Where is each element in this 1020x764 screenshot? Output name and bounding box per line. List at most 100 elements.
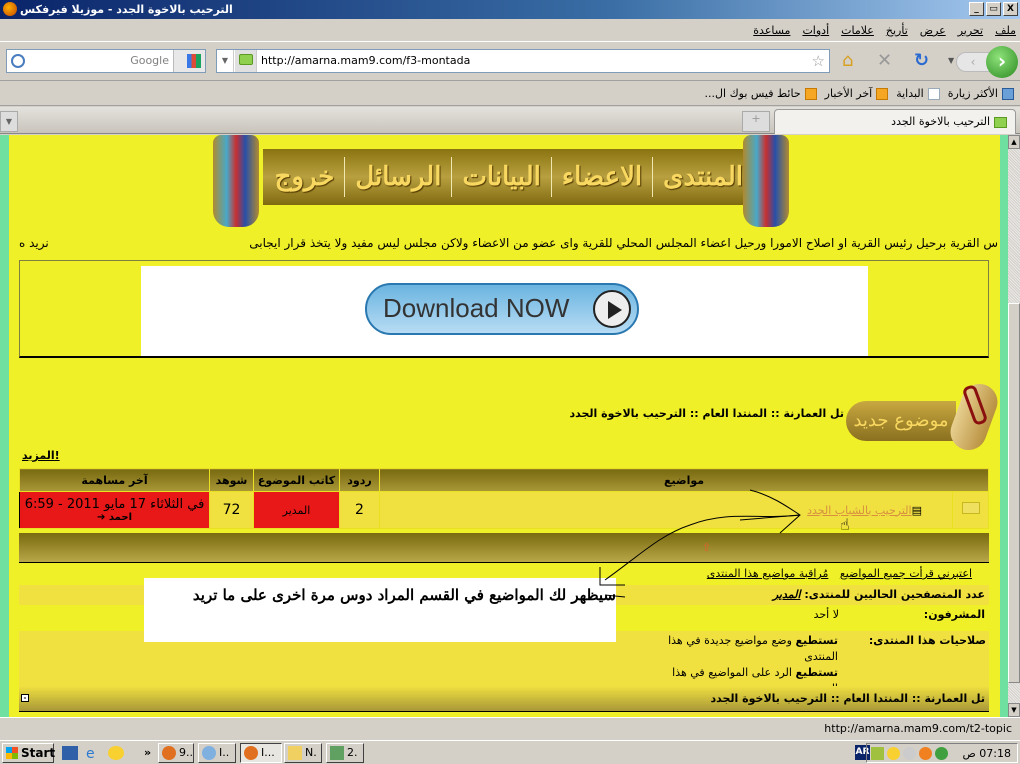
- play-icon: [593, 290, 631, 328]
- status-bar: http://amarna.mam9.com/t2-topic: [0, 717, 1020, 739]
- menu-view[interactable]: عرض: [920, 24, 946, 37]
- topic-status-cell: [952, 491, 989, 529]
- menu-tools[interactable]: أدوات: [802, 24, 829, 37]
- tab-bar: ▼ + الترحيب بالاخوة الجدد: [0, 107, 1020, 134]
- taskbar-item-messenger[interactable]: I..: [198, 743, 236, 763]
- last-post-date: في الثلاثاء 17 مايو 2011 - 6:59: [24, 497, 205, 512]
- menu-file[interactable]: ملف: [995, 24, 1016, 37]
- forward-button[interactable]: ›: [986, 46, 1018, 78]
- firefox-icon: [3, 2, 17, 16]
- search-box[interactable]: Google: [6, 49, 206, 73]
- media-tray-icon[interactable]: [919, 747, 932, 760]
- bookmark-star-icon[interactable]: ☆: [812, 52, 825, 70]
- views-cell: 72: [209, 491, 254, 529]
- maximize-button[interactable]: ▭: [986, 2, 1001, 16]
- bookmark-facebook-wall[interactable]: حائط فيس بوك ال...: [705, 87, 817, 100]
- tab-active[interactable]: الترحيب بالاخوة الجدد: [774, 109, 1016, 134]
- replies-cell: 2: [339, 491, 380, 529]
- menu-edit[interactable]: تحرير: [958, 24, 983, 37]
- internet-explorer-icon[interactable]: e: [86, 746, 102, 762]
- firefox-icon: [162, 746, 176, 760]
- stop-icon[interactable]: ✕: [877, 51, 892, 71]
- header-replies: ردود: [339, 468, 380, 492]
- bottom-breadcrumb: تل العمارنة :: المنتدا العام :: الترحيب …: [19, 686, 989, 712]
- new-tab-button[interactable]: +: [742, 111, 770, 132]
- annotation-text: سيظهر لك المواضيع في القسم المراد دوس مر…: [192, 586, 616, 604]
- favicon-icon: [239, 54, 253, 65]
- nav-logout[interactable]: خروج: [265, 157, 345, 197]
- close-button[interactable]: X: [1003, 2, 1018, 16]
- menu-help[interactable]: مساعدة: [753, 24, 790, 37]
- collapse-icon[interactable]: -: [21, 694, 29, 702]
- taskbar-item-folder[interactable]: N.: [284, 743, 322, 763]
- nav-messages[interactable]: الرسائل: [344, 157, 451, 197]
- page-icon: [927, 87, 940, 100]
- envelope-icon: [961, 502, 980, 514]
- tab-list-button[interactable]: ▼: [0, 111, 18, 132]
- bookmark-most-visited[interactable]: الأكثر زيارة: [948, 87, 1014, 100]
- go-to-post-icon[interactable]: ➔: [97, 512, 105, 523]
- header-author: كاتب الموضوع: [253, 468, 340, 492]
- rss-icon: [804, 87, 817, 100]
- pharaoh-pillar-left: [213, 135, 259, 227]
- home-icon[interactable]: ⌂: [842, 51, 853, 71]
- topic-link[interactable]: الترحيب بالشباب الجدد: [807, 504, 912, 517]
- search-engine-selector[interactable]: [173, 50, 205, 72]
- menu-bookmarks[interactable]: علامات: [841, 24, 874, 37]
- url-text[interactable]: http://amarna.mam9.com/f3-montada: [261, 54, 470, 67]
- url-bar[interactable]: ▼ http://amarna.mam9.com/f3-montada ☆: [216, 49, 830, 73]
- reload-icon[interactable]: ↻: [914, 51, 929, 71]
- annotation-box: سيظهر لك المواضيع في القسم المراد دوس مر…: [144, 578, 616, 642]
- folder-icon: [288, 746, 302, 760]
- nav-forum[interactable]: المنتدى: [652, 157, 753, 197]
- new-topic-button[interactable]: موضوع جديد: [846, 378, 1003, 456]
- mark-read-link[interactable]: اعتبرني قرأت جميع المواضيع: [840, 567, 972, 580]
- scroll-down-icon[interactable]: ▼: [1008, 703, 1020, 717]
- download-now-button[interactable]: Download NOW: [365, 283, 639, 335]
- system-tray: 07:18 ص: [866, 743, 1018, 763]
- navigation-toolbar: Google ▼ http://amarna.mam9.com/f3-monta…: [0, 43, 1020, 81]
- bookmark-latest-news[interactable]: آخر الأخبار: [825, 87, 889, 100]
- bookmark-getting-started[interactable]: البداية: [896, 87, 940, 100]
- scroll-thumb[interactable]: [1008, 303, 1020, 683]
- back-button[interactable]: ‹: [956, 52, 990, 72]
- author-link[interactable]: المدير: [283, 504, 311, 517]
- viewer-link[interactable]: المدير: [773, 588, 801, 601]
- menu-bar: ملف تحرير عرض تأريخ علامات أدوات مساعدة: [0, 20, 1020, 42]
- yahoo-messenger-icon[interactable]: [108, 746, 124, 760]
- show-desktop-icon[interactable]: [62, 746, 78, 760]
- scroll-up-icon[interactable]: ▲: [1008, 135, 1020, 149]
- hand-cursor-icon: ☝: [840, 515, 850, 534]
- minimize-button[interactable]: _: [969, 2, 984, 16]
- bookmarks-toolbar: الأكثر زيارة البداية آخر الأخبار حائط في…: [0, 82, 1020, 106]
- nav-profile[interactable]: البيانات: [451, 157, 550, 197]
- scroll-top-icon[interactable]: ⇧: [702, 541, 711, 554]
- vertical-scrollbar[interactable]: ▲ ▼: [1008, 135, 1020, 717]
- header-views: شوهد: [209, 468, 254, 492]
- history-dropdown-icon[interactable]: ▼: [948, 51, 954, 71]
- window-titlebar: الترحيب بالاخوة الجدد - موزيلا فيرفكس _ …: [0, 0, 1020, 19]
- menu-history[interactable]: تأريخ: [886, 24, 908, 37]
- watch-forum-link[interactable]: مُراقبة مواضيع هذا المنتدى: [707, 567, 829, 580]
- taskbar-item-firefox-1[interactable]: 9..: [158, 743, 194, 763]
- google-icon: [187, 54, 201, 68]
- last-post-user[interactable]: احمد: [109, 512, 132, 523]
- taskbar: Start e » 9.. I.. I... N. 2. AR 07:18 ص: [0, 740, 1020, 764]
- network-icon[interactable]: [935, 747, 948, 760]
- sp-tray-icon[interactable]: [871, 747, 884, 760]
- site-identity-button[interactable]: [235, 50, 257, 72]
- document-icon: ▤: [911, 503, 922, 517]
- volume-icon[interactable]: [903, 747, 916, 760]
- more-link[interactable]: المزيد!: [22, 449, 60, 462]
- nav-members[interactable]: الاعضاء: [550, 157, 652, 197]
- last-post-cell: في الثلاثاء 17 مايو 2011 - 6:59 احمد ➔: [19, 491, 210, 529]
- header-topics: مواضيع: [379, 468, 989, 492]
- url-dropdown-icon[interactable]: ▼: [217, 50, 234, 72]
- news-marquee: س القرية برحيل رئيس القرية او اصلاح الام…: [19, 236, 998, 250]
- taskbar-item-image[interactable]: 2.: [326, 743, 364, 763]
- yahoo-tray-icon[interactable]: [887, 747, 900, 760]
- breadcrumb[interactable]: تل العمارنة :: المنتدا العام :: الترحيب …: [569, 407, 844, 420]
- taskbar-item-firefox-2[interactable]: I...: [240, 743, 282, 763]
- table-footer: ⇧: [19, 533, 989, 563]
- start-button[interactable]: Start: [2, 743, 55, 763]
